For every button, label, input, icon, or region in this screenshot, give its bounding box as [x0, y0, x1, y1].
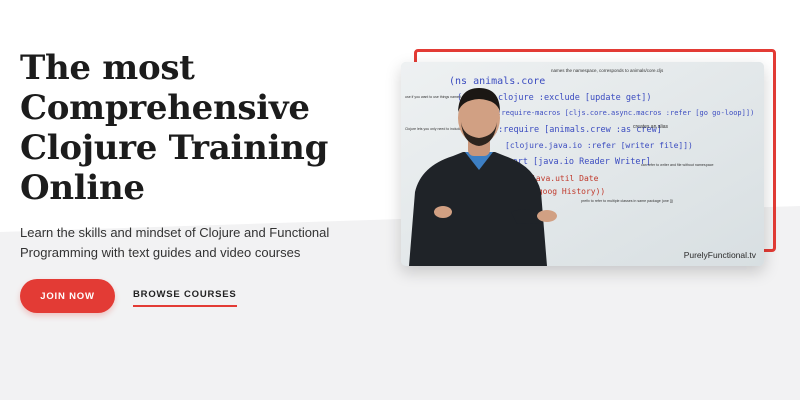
whiteboard-line: (goog History)) [533, 187, 605, 196]
whiteboard-line: (ns animals.core [449, 76, 545, 87]
whiteboard-note: can refer to writer and file without nam… [641, 163, 714, 167]
whiteboard-note: creates an alias [633, 124, 669, 130]
hero-title-line: Online [20, 168, 145, 208]
whiteboard-line: java.util Date [531, 174, 599, 183]
whiteboard-line: (:require-macros [cljs.core.async.macros… [493, 109, 754, 117]
video-watermark: PurelyFunctional.tv [683, 250, 756, 260]
hero-title-line: The most [20, 48, 195, 88]
hero-title: The most Comprehensive Clojure Training … [20, 48, 380, 208]
video-thumbnail[interactable]: (ns animals.core (:refer-clojure :exclud… [401, 62, 764, 266]
hero-title-line: Clojure Training [20, 128, 329, 168]
whiteboard-line: [clojure.java.io :refer [writer file]]) [505, 141, 693, 150]
hero-title-line: Comprehensive [20, 88, 310, 128]
hero-subtitle: Learn the skills and mindset of Clojure … [20, 225, 330, 260]
browse-courses-link[interactable]: BROWSE COURSES [133, 289, 237, 307]
whiteboard-note: prefix to refer to multiple classes in s… [581, 199, 673, 203]
whiteboard-note: names the namespace, corresponds to anim… [551, 68, 664, 73]
whiteboard-scene: (ns animals.core (:refer-clojure :exclud… [401, 62, 764, 266]
join-now-button[interactable]: JOIN NOW [20, 279, 115, 313]
